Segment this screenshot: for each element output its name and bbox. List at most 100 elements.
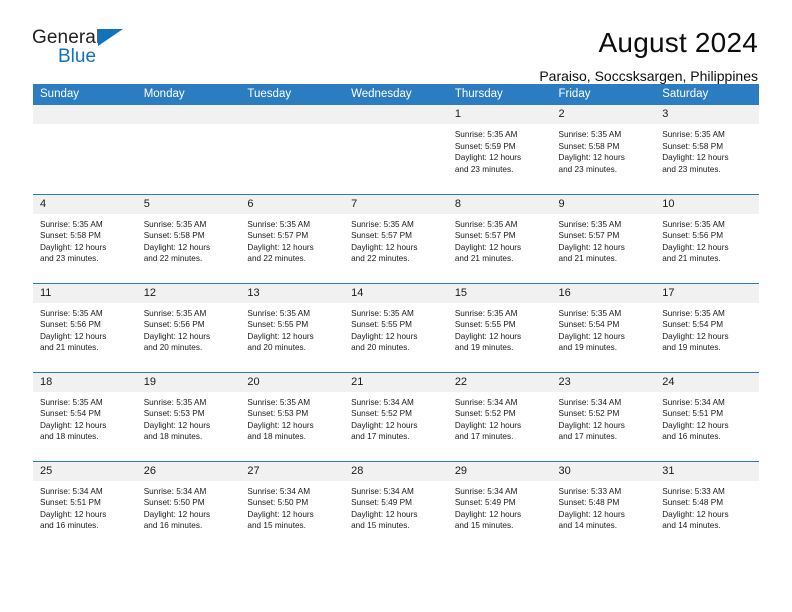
- day-cell-4[interactable]: 4 Sunrise: 5:35 AM Sunset: 5:58 PM Daylight…: [33, 193, 137, 283]
- day-sun-info: Sunrise: 5:35 AM Sunset: 5:57 PM Daylight:…: [344, 214, 448, 265]
- day-info-line: Sunrise: 5:34 AM: [351, 397, 414, 407]
- day-cell-19[interactable]: 19 Sunrise: 5:35 AM Sunset: 5:53 PM Dayligh…: [136, 371, 241, 461]
- day-sun-info: Sunrise: 5:33 AM Sunset: 5:48 PM Daylight:…: [655, 481, 759, 532]
- day-info-line: and 17 minutes.: [351, 432, 410, 442]
- day-info-line: Daylight: 12 hours: [454, 153, 522, 163]
- day-info-line: Sunset: 5:55 PM: [454, 320, 516, 330]
- day-cell-7[interactable]: 7 Sunrise: 5:35 AM Sunset: 5:57 PM Daylight…: [344, 193, 448, 283]
- day-info-line: and 17 minutes.: [558, 432, 618, 442]
- day-cell-23[interactable]: 23 Sunrise: 5:34 AM Sunset: 5:52 PM Dayligh…: [551, 371, 656, 461]
- day-info-line: and 16 minutes.: [662, 432, 721, 442]
- day-cell-empty: [136, 105, 241, 194]
- day-cell-25[interactable]: 25 Sunrise: 5:34 AM Sunset: 5:51 PM Dayligh…: [33, 460, 137, 550]
- day-sun-info: Sunrise: 5:35 AM Sunset: 5:55 PM Daylight:…: [344, 303, 448, 354]
- day-cell-12[interactable]: 12 Sunrise: 5:35 AM Sunset: 5:56 PM Dayligh…: [136, 282, 241, 372]
- day-cell-21[interactable]: 21 Sunrise: 5:34 AM Sunset: 5:52 PM Dayligh…: [344, 371, 448, 461]
- day-info-line: Sunrise: 5:35 AM: [454, 219, 518, 229]
- day-cell-29[interactable]: 29 Sunrise: 5:34 AM Sunset: 5:49 PM Dayligh…: [447, 460, 552, 550]
- day-info-line: Sunset: 5:51 PM: [40, 498, 101, 508]
- day-info-line: Sunrise: 5:34 AM: [454, 397, 518, 407]
- day-info-line: Daylight: 12 hours: [351, 331, 418, 341]
- day-cell-9[interactable]: 9 Sunrise: 5:35 AM Sunset: 5:57 PM Daylight…: [551, 193, 656, 283]
- day-info-line: Daylight: 12 hours: [454, 242, 522, 252]
- day-info-line: and 23 minutes.: [558, 164, 618, 174]
- day-sun-info: Sunrise: 5:34 AM Sunset: 5:52 PM Daylight:…: [344, 392, 448, 443]
- day-cell-15[interactable]: 15 Sunrise: 5:35 AM Sunset: 5:55 PM Dayligh…: [447, 282, 552, 372]
- day-info-line: Sunset: 5:58 PM: [558, 141, 620, 151]
- day-cell-18[interactable]: 18 Sunrise: 5:35 AM Sunset: 5:54 PM Dayligh…: [33, 371, 137, 461]
- day-sun-info: Sunrise: 5:34 AM Sunset: 5:49 PM Daylight:…: [448, 481, 552, 532]
- day-info-line: Sunset: 5:49 PM: [351, 498, 412, 508]
- day-info-line: Sunrise: 5:35 AM: [454, 130, 518, 139]
- day-info-line: Daylight: 12 hours: [247, 242, 314, 252]
- day-info-line: Sunset: 5:50 PM: [143, 498, 205, 508]
- day-sun-info: Sunrise: 5:35 AM Sunset: 5:57 PM Daylight:…: [552, 214, 656, 265]
- day-cell-31[interactable]: 31 Sunrise: 5:33 AM Sunset: 5:48 PM Dayligh…: [655, 460, 759, 550]
- day-info-line: Daylight: 12 hours: [247, 509, 314, 519]
- day-sun-info: Sunrise: 5:35 AM Sunset: 5:55 PM Daylight:…: [448, 303, 552, 354]
- week-row: 25 Sunrise: 5:34 AM Sunset: 5:51 PM Dayligh…: [33, 460, 759, 550]
- day-info-line: Sunrise: 5:35 AM: [351, 219, 414, 229]
- day-info-line: Daylight: 12 hours: [351, 420, 418, 430]
- day-info-line: Sunset: 5:52 PM: [351, 409, 412, 419]
- day-info-line: and 16 minutes.: [143, 521, 203, 531]
- day-sun-info: Sunrise: 5:35 AM Sunset: 5:53 PM Daylight:…: [240, 392, 344, 443]
- day-cell-2[interactable]: 2 Sunrise: 5:35 AM Sunset: 5:58 PM Daylight…: [551, 105, 656, 194]
- day-info-line: Daylight: 12 hours: [558, 242, 625, 252]
- day-cell-20[interactable]: 20 Sunrise: 5:35 AM Sunset: 5:53 PM Dayligh…: [240, 371, 345, 461]
- day-cell-10[interactable]: 10 Sunrise: 5:35 AM Sunset: 5:56 PM Dayligh…: [655, 193, 759, 283]
- day-cell-8[interactable]: 8 Sunrise: 5:35 AM Sunset: 5:57 PM Daylight…: [447, 193, 552, 283]
- day-info-line: Sunrise: 5:34 AM: [351, 486, 414, 496]
- day-cell-11[interactable]: 11 Sunrise: 5:35 AM Sunset: 5:56 PM Dayligh…: [33, 282, 137, 372]
- day-info-line: and 16 minutes.: [40, 521, 99, 531]
- generalblue-logo[interactable]: General Blue: [32, 26, 140, 72]
- day-number: 2: [551, 105, 656, 124]
- day-info-line: Sunrise: 5:35 AM: [662, 219, 725, 229]
- day-number: 18: [33, 372, 137, 392]
- day-info-line: Sunset: 5:51 PM: [662, 409, 724, 419]
- day-info-line: Daylight: 12 hours: [143, 242, 211, 252]
- day-info-line: Sunrise: 5:34 AM: [143, 486, 207, 496]
- day-number: [240, 105, 345, 124]
- day-cell-17[interactable]: 17 Sunrise: 5:35 AM Sunset: 5:54 PM Dayligh…: [655, 282, 759, 372]
- day-info-line: Daylight: 12 hours: [558, 153, 625, 163]
- day-info-line: Sunrise: 5:34 AM: [662, 397, 725, 407]
- day-info-line: Daylight: 12 hours: [40, 509, 107, 519]
- day-cell-5[interactable]: 5 Sunrise: 5:35 AM Sunset: 5:58 PM Daylight…: [136, 193, 241, 283]
- weekday-header-wednesday: Wednesday: [344, 84, 448, 105]
- day-info-line: Sunset: 5:57 PM: [247, 231, 309, 241]
- day-cell-6[interactable]: 6 Sunrise: 5:35 AM Sunset: 5:57 PM Daylight…: [240, 193, 345, 283]
- day-cell-28[interactable]: 28 Sunrise: 5:34 AM Sunset: 5:49 PM Dayligh…: [344, 460, 448, 550]
- day-cell-empty: [240, 105, 345, 194]
- day-cell-3[interactable]: 3 Sunrise: 5:35 AM Sunset: 5:58 PM Daylight…: [655, 105, 759, 194]
- day-number: 25: [33, 461, 137, 481]
- day-info-line: Sunrise: 5:35 AM: [558, 130, 622, 139]
- day-info-line: Daylight: 12 hours: [558, 331, 625, 341]
- day-info-line: and 21 minutes.: [454, 254, 514, 264]
- day-number: 12: [136, 283, 241, 303]
- day-cell-13[interactable]: 13 Sunrise: 5:35 AM Sunset: 5:55 PM Dayligh…: [240, 282, 345, 372]
- day-info-line: and 20 minutes.: [143, 343, 203, 353]
- day-cell-14[interactable]: 14 Sunrise: 5:35 AM Sunset: 5:55 PM Dayligh…: [344, 282, 448, 372]
- day-cell-30[interactable]: 30 Sunrise: 5:33 AM Sunset: 5:48 PM Dayligh…: [551, 460, 656, 550]
- day-cell-26[interactable]: 26 Sunrise: 5:34 AM Sunset: 5:50 PM Dayligh…: [136, 460, 241, 550]
- day-info-line: Sunrise: 5:35 AM: [662, 308, 725, 318]
- day-sun-info: Sunrise: 5:35 AM Sunset: 5:59 PM Daylight:…: [448, 124, 552, 175]
- day-cell-27[interactable]: 27 Sunrise: 5:34 AM Sunset: 5:50 PM Dayligh…: [240, 460, 345, 550]
- day-info-line: and 18 minutes.: [247, 432, 306, 442]
- day-cell-16[interactable]: 16 Sunrise: 5:35 AM Sunset: 5:54 PM Dayligh…: [551, 282, 656, 372]
- day-info-line: and 22 minutes.: [351, 254, 410, 264]
- day-cell-22[interactable]: 22 Sunrise: 5:34 AM Sunset: 5:52 PM Dayligh…: [447, 371, 552, 461]
- weekday-header-tuesday: Tuesday: [240, 84, 345, 105]
- day-sun-info: Sunrise: 5:35 AM Sunset: 5:53 PM Daylight:…: [137, 392, 241, 443]
- day-info-line: Daylight: 12 hours: [143, 331, 211, 341]
- day-info-line: Sunrise: 5:35 AM: [558, 219, 622, 229]
- day-cell-24[interactable]: 24 Sunrise: 5:34 AM Sunset: 5:51 PM Dayligh…: [655, 371, 759, 461]
- day-info-line: Sunrise: 5:35 AM: [40, 219, 103, 229]
- day-info-line: and 22 minutes.: [247, 254, 306, 264]
- day-info-line: and 20 minutes.: [351, 343, 410, 353]
- day-info-line: Sunrise: 5:35 AM: [40, 308, 103, 318]
- day-cell-1[interactable]: 1 Sunrise: 5:35 AM Sunset: 5:59 PM Daylight…: [447, 105, 552, 194]
- day-number: 5: [136, 194, 241, 214]
- day-info-line: Daylight: 12 hours: [662, 420, 729, 430]
